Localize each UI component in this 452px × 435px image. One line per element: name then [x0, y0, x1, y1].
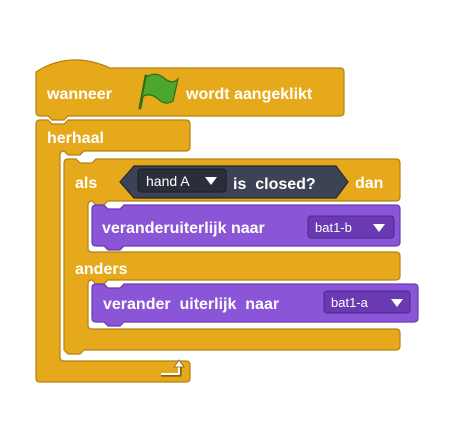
- switch-costume-block-then[interactable]: veranderuiterlijk naar bat1-b: [91, 204, 401, 251]
- then-action-label: veranderuiterlijk naar: [102, 220, 265, 237]
- sensor-dropdown-value: hand A: [146, 173, 190, 189]
- then-label: dan: [355, 175, 383, 192]
- forever-label: herhaal: [47, 130, 104, 147]
- costume-dropdown-then[interactable]: bat1-b: [307, 215, 395, 239]
- script-canvas: herhaal wanneer wordt aangeklikt als dan…: [35, 59, 419, 383]
- when-flag-clicked-block[interactable]: wanneer wordt aangeklikt: [35, 59, 345, 121]
- if-label: als: [75, 175, 97, 192]
- else-label: anders: [75, 261, 128, 278]
- else-action-label: verander uiterlijk naar: [103, 296, 279, 313]
- hat-label-before: wanneer: [46, 86, 112, 103]
- costume-dropdown-then-value: bat1-b: [315, 220, 352, 235]
- costume-dropdown-else[interactable]: bat1-a: [323, 290, 411, 314]
- costume-dropdown-else-value: bat1-a: [331, 295, 369, 310]
- hand-closed-condition[interactable]: hand A is closed?: [119, 165, 349, 199]
- switch-costume-block-else[interactable]: verander uiterlijk naar bat1-a: [91, 283, 419, 327]
- sensor-dropdown[interactable]: hand A: [137, 168, 227, 193]
- condition-label: is closed?: [233, 176, 316, 193]
- hat-label-after: wordt aangeklikt: [185, 86, 313, 103]
